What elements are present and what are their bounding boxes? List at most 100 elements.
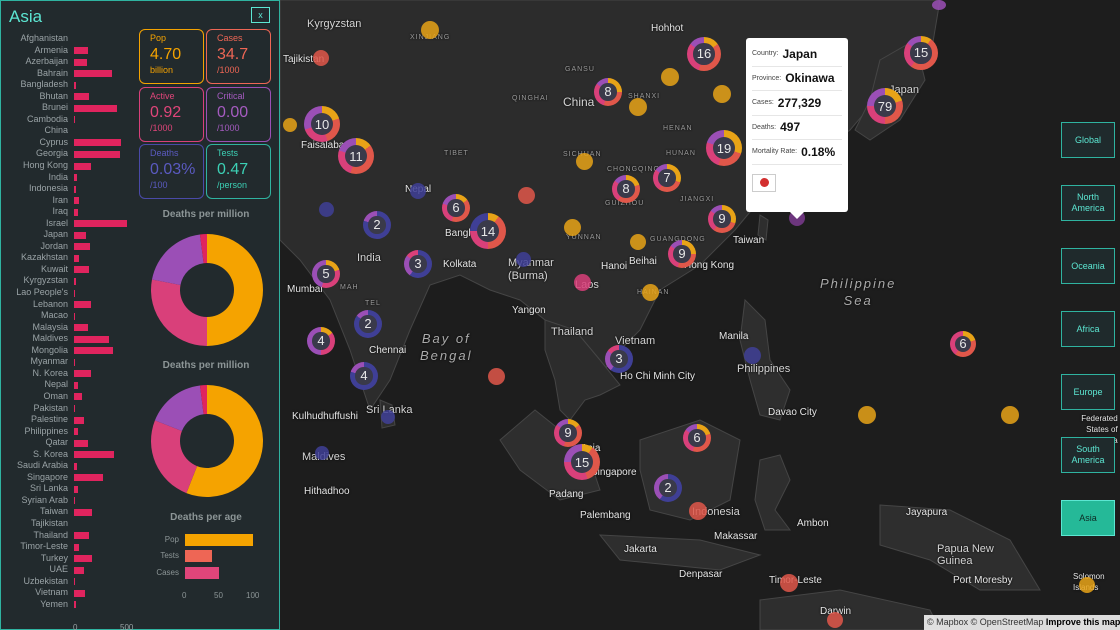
cluster-marker[interactable]: 14 [470,213,506,249]
mapbox-link[interactable]: © Mapbox [927,617,968,627]
country-row[interactable]: Taiwan [1,506,131,518]
case-dot[interactable] [932,0,946,10]
country-row[interactable]: Pakistan [1,403,131,415]
cluster-marker[interactable]: 9 [554,419,582,447]
stat-card-tests[interactable]: Tests 0.47 /person [206,144,271,199]
country-row[interactable]: Afghanistan [1,33,131,45]
case-dot[interactable] [576,153,593,170]
region-button-south-america[interactable]: South America [1061,437,1115,473]
country-row[interactable]: Iraq [1,206,131,218]
case-dot[interactable] [629,98,647,116]
cluster-marker[interactable]: 2 [354,310,382,338]
cluster-marker[interactable]: 2 [363,211,391,239]
country-row[interactable]: Jordan [1,241,131,253]
region-button-north-america[interactable]: North America [1061,185,1115,221]
country-row[interactable]: Bangladesh [1,79,131,91]
cluster-marker[interactable]: 10 [304,106,340,142]
stat-card-critical[interactable]: Critical 0.00 /1000 [206,87,271,142]
case-dot[interactable] [283,118,297,132]
country-row[interactable]: Syrian Arab [1,495,131,507]
country-row[interactable]: Bahrain [1,68,131,80]
country-row[interactable]: N. Korea [1,368,131,380]
region-button-europe[interactable]: Europe [1061,374,1115,410]
country-row[interactable]: Indonesia [1,183,131,195]
country-row[interactable]: Sri Lanka [1,483,131,495]
country-row[interactable]: Iran [1,195,131,207]
case-dot[interactable] [713,85,731,103]
case-dot[interactable] [630,234,646,250]
country-row[interactable]: UAE [1,564,131,576]
country-row[interactable]: Cyprus [1,137,131,149]
country-row[interactable]: Kuwait [1,264,131,276]
cluster-marker[interactable]: 9 [708,205,736,233]
country-row[interactable]: Lao People's [1,287,131,299]
country-row[interactable]: Saudi Arabia [1,460,131,472]
cluster-marker[interactable]: 15 [904,36,938,70]
country-row[interactable]: Tajikistan [1,518,131,530]
country-row[interactable]: Nepal [1,379,131,391]
case-dot[interactable] [642,284,659,301]
case-dot[interactable] [689,502,707,520]
case-dot[interactable] [1079,577,1095,593]
region-button-global[interactable]: Global [1061,122,1115,158]
cluster-marker[interactable]: 4 [307,327,335,355]
region-button-africa[interactable]: Africa [1061,311,1115,347]
case-dot[interactable] [574,274,591,291]
cluster-marker[interactable]: 8 [594,78,622,106]
country-row[interactable]: Israel [1,218,131,230]
cluster-marker[interactable]: 6 [950,331,976,357]
country-row[interactable]: S. Korea [1,449,131,461]
cluster-marker[interactable]: 6 [442,194,470,222]
country-row[interactable]: Armenia [1,45,131,57]
country-row[interactable]: Singapore [1,472,131,484]
case-dot[interactable] [858,406,876,424]
country-row[interactable]: Kazakhstan [1,252,131,264]
cluster-marker[interactable]: 5 [312,260,340,288]
country-row[interactable]: Uzbekistan [1,576,131,588]
cluster-marker[interactable]: 79 [867,88,903,124]
country-row[interactable]: Azerbaijan [1,56,131,68]
country-row[interactable]: Turkey [1,553,131,565]
country-row[interactable]: Kyrgyzstan [1,275,131,287]
cluster-marker[interactable]: 16 [687,37,721,71]
case-dot[interactable] [315,446,329,460]
osm-link[interactable]: © OpenStreetMap [971,617,1044,627]
cluster-marker[interactable]: 8 [612,175,640,203]
cluster-marker[interactable]: 3 [404,250,432,278]
cluster-marker[interactable]: 3 [605,345,633,373]
case-dot[interactable] [410,183,426,199]
country-row[interactable]: Brunei [1,102,131,114]
country-row[interactable]: Lebanon [1,299,131,311]
country-row[interactable]: Malaysia [1,322,131,334]
improve-map-link[interactable]: Improve this map [1046,617,1120,627]
region-button-asia[interactable]: Asia [1061,500,1115,536]
country-row[interactable]: Yemen [1,599,131,611]
case-dot[interactable] [516,252,531,267]
case-dot[interactable] [518,187,535,204]
age-bar[interactable] [185,534,253,546]
country-row[interactable]: Hong Kong [1,160,131,172]
cluster-marker[interactable]: 11 [338,138,374,174]
stat-card-active[interactable]: Active 0.92 /1000 [139,87,204,142]
country-row[interactable]: Vietnam [1,587,131,599]
country-row[interactable]: Maldives [1,333,131,345]
country-row[interactable]: Oman [1,391,131,403]
country-row[interactable]: Thailand [1,530,131,542]
country-row[interactable]: Palestine [1,414,131,426]
age-bar[interactable] [185,550,213,562]
case-dot[interactable] [319,202,334,217]
cluster-marker[interactable]: 6 [683,424,711,452]
case-dot[interactable] [1001,406,1019,424]
country-row[interactable]: India [1,172,131,184]
stat-card-pop[interactable]: Pop 4.70 billion [139,29,204,84]
country-row[interactable]: Bhutan [1,91,131,103]
country-row[interactable]: Philippines [1,426,131,438]
region-button-oceania[interactable]: Oceania [1061,248,1115,284]
donut-slice[interactable] [151,234,204,285]
country-row[interactable]: Myanmar [1,356,131,368]
case-dot[interactable] [488,368,505,385]
donut-slice[interactable] [151,420,198,494]
cluster-marker[interactable]: 2 [654,474,682,502]
case-dot[interactable] [744,347,761,364]
cluster-marker[interactable]: 9 [668,240,696,268]
